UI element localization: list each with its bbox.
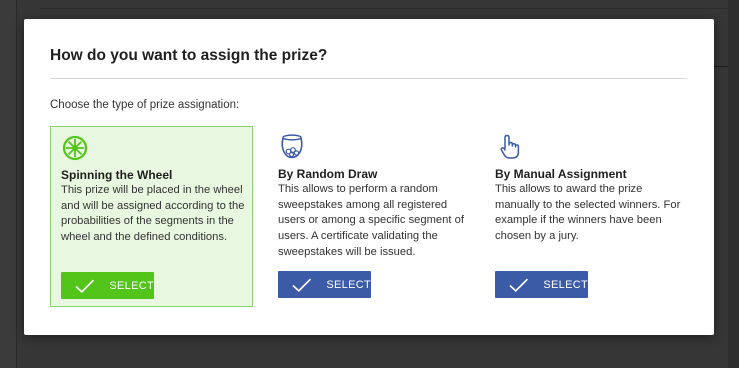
check-icon	[292, 278, 312, 292]
prize-assignment-dialog: How do you want to assign the prize? Cho…	[24, 19, 714, 335]
background-divider	[40, 8, 739, 9]
option-manual-assignment[interactable]: By Manual Assignment This allows to awar…	[485, 126, 688, 307]
option-title: By Random Draw	[278, 167, 378, 181]
select-button-label: SELECT	[109, 279, 154, 292]
option-title: Spinning the Wheel	[61, 168, 173, 182]
option-title: By Manual Assignment	[495, 167, 627, 181]
select-spinning-wheel-button[interactable]: SELECT	[61, 272, 154, 299]
background-scroll-area	[728, 0, 739, 368]
select-random-draw-button[interactable]: SELECT	[278, 271, 371, 298]
select-button-label: SELECT	[326, 278, 371, 291]
hand-pointer-icon	[495, 133, 523, 161]
option-random-draw[interactable]: By Random Draw This allows to perform a …	[268, 126, 471, 307]
dialog-title: How do you want to assign the prize?	[50, 47, 328, 64]
option-description: This allows to perform a random sweepsta…	[278, 183, 464, 258]
check-icon	[75, 279, 95, 293]
wheel-icon	[61, 134, 89, 162]
title-divider	[50, 78, 687, 79]
option-spinning-wheel[interactable]: Spinning the Wheel This prize will be pl…	[50, 126, 253, 307]
check-icon	[509, 278, 529, 292]
select-manual-assignment-button[interactable]: SELECT	[495, 271, 588, 298]
option-description: This prize will be placed in the wheel a…	[61, 184, 245, 244]
draw-bowl-icon	[278, 133, 306, 161]
select-button-label: SELECT	[543, 278, 588, 291]
option-description: This allows to award the prize manually …	[495, 183, 681, 243]
choose-type-prompt: Choose the type of prize assignation:	[50, 99, 240, 111]
